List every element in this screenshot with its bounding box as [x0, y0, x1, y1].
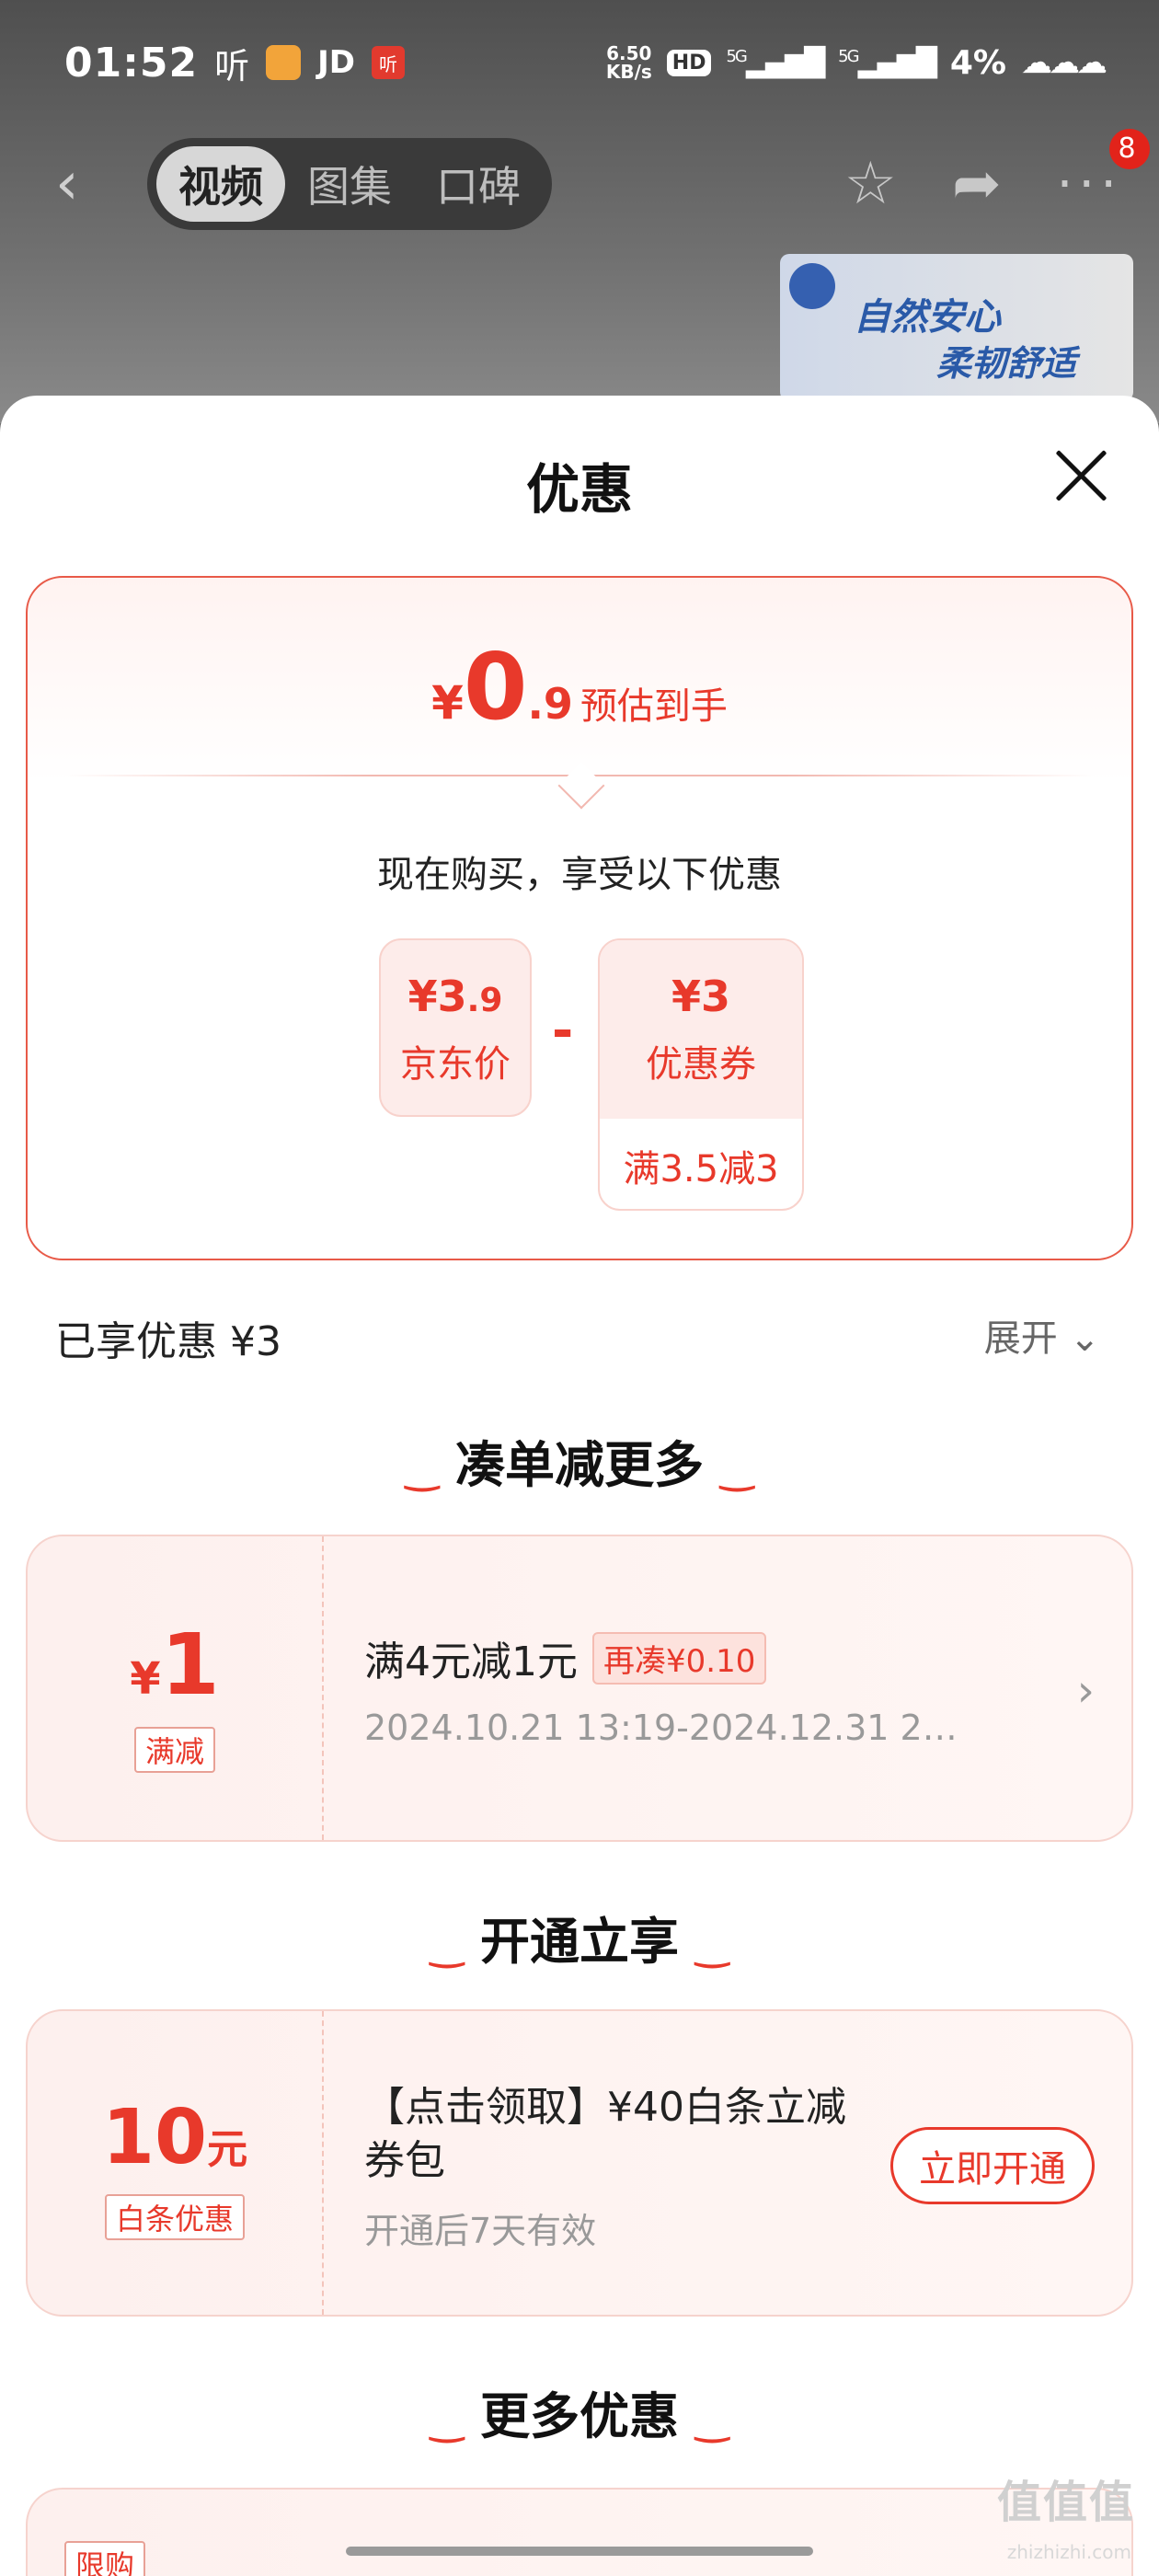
page-backdrop: 01:52 听 JD 听 6.50 KB/s HD 5G▂▄▆█ 5G▂▄▆█ …	[0, 0, 1159, 423]
buy-now-text: 现在购买，享受以下优惠	[377, 854, 782, 896]
promo-subtitle: 开通后7天有效	[364, 2211, 597, 2251]
hd-icon: HD	[666, 49, 712, 76]
add-more-pill: 再凑¥0.10	[592, 1631, 767, 1685]
minus-sign: -	[552, 1001, 574, 1061]
battery-level: 4%	[949, 43, 1006, 82]
discount-summary-card: ¥0.9 预估到手 现在购买，享受以下优惠 ¥3.9 京东价 - ¥3 优惠券 满…	[26, 576, 1133, 1260]
estimated-price: ¥0.9 预估到手	[431, 633, 728, 741]
signal-icon: 5G▂▄▆█	[838, 46, 937, 79]
smile-icon: ‿	[405, 1445, 439, 1492]
limit-tag: 限购	[64, 2541, 146, 2576]
promo-card-limited[interactable]: 限购	[26, 2488, 1133, 2576]
share-icon[interactable]: ➦	[952, 150, 1002, 218]
promo-title: 满4元减1元	[364, 1639, 578, 1685]
smile-icon: ‿	[720, 1445, 754, 1492]
promo-value-area: ¥1 满减	[28, 1536, 324, 1840]
net-speed: 6.50 KB/s	[605, 42, 652, 83]
tab-video[interactable]: 视频	[156, 146, 285, 222]
watermark: 值值值	[996, 2477, 1135, 2528]
divider-notch	[557, 762, 605, 810]
promo-card-full-reduction[interactable]: ¥1 满减 满4元减1元 再凑¥0.10 2024.10.21 13:19-202…	[26, 1535, 1133, 1842]
signal-icon: 5G▂▄▆█	[726, 46, 825, 79]
jd-price-box: ¥3.9 京东价	[379, 938, 532, 1117]
promo-detail-area: 【点击领取】¥40白条立减券包 开通后7天有效 立即开通	[364, 2011, 1095, 2315]
ad-banner[interactable]: 自然安心 柔韧舒适	[780, 254, 1133, 401]
enjoyed-discount: 已享优惠 ¥3	[55, 1318, 281, 1365]
chevron-right-icon[interactable]: ›	[1077, 1665, 1095, 1717]
nav-actions: ☆ ➦ ··· 8	[844, 128, 1150, 218]
section-title-more-items: ‿ 凑单减更多 ‿	[405, 1436, 754, 1494]
brand-logo-icon	[789, 263, 835, 309]
star-icon[interactable]: ☆	[844, 150, 897, 218]
expand-button[interactable]: 展开 ⌄	[984, 1308, 1100, 1362]
tab-gallery[interactable]: 图集	[285, 146, 414, 222]
open-now-button[interactable]: 立即开通	[890, 2127, 1095, 2204]
back-arrow-icon[interactable]: ‹	[55, 150, 110, 218]
cloud-icon: ☁☁☁	[1021, 44, 1107, 81]
discount-sheet: 优惠 ¥0.9 预估到手 现在购买，享受以下优惠 ¥3.9 京东价 - ¥3 优惠…	[0, 396, 1159, 2576]
chevron-down-icon: ⌄	[1069, 1317, 1100, 1360]
sheet-title: 优惠	[525, 458, 633, 521]
coupon-box: ¥3 优惠券 满3.5减3	[598, 938, 804, 1211]
status-time: 01:52	[64, 39, 199, 86]
promo-card-baitiao: 10元 白条优惠 【点击领取】¥40白条立减券包 开通后7天有效 立即开通	[26, 2009, 1133, 2317]
section-title-more-offers: ‿ 更多优惠 ‿	[430, 2387, 729, 2445]
home-indicator[interactable]	[346, 2547, 813, 2556]
coupon-condition: 满3.5减3	[623, 1148, 779, 1190]
message-badge: 8	[1109, 128, 1150, 169]
promo-period: 2024.10.21 13:19-2024.12.31 2…	[364, 1708, 958, 1748]
smile-icon: ‿	[695, 2397, 729, 2444]
smile-icon: ‿	[430, 1922, 464, 1969]
smile-icon: ‿	[430, 2397, 464, 2444]
media-tab-switch: 视频 图集 口碑	[147, 138, 552, 230]
listen-icon: 听	[214, 45, 250, 86]
status-bar: 01:52 听 JD 听 6.50 KB/s HD 5G▂▄▆█ 5G▂▄▆█ …	[64, 35, 1107, 90]
status-right-icons: 6.50 KB/s HD 5G▂▄▆█ 5G▂▄▆█ 4% ☁☁☁	[605, 42, 1107, 83]
close-icon[interactable]	[1049, 442, 1113, 506]
ad-line-1: 自然安心	[854, 296, 1001, 339]
promo-detail-area: 满4元减1元 再凑¥0.10 2024.10.21 13:19-2024.12.3…	[364, 1536, 1095, 1840]
status-left-icons: 听 JD 听	[214, 38, 405, 88]
jd-icon: JD	[317, 44, 355, 81]
tab-reviews[interactable]: 口碑	[414, 146, 543, 222]
section-title-open-now: ‿ 开通立享 ‿	[430, 1913, 729, 1971]
promo-type-tag: 满减	[133, 1727, 215, 1773]
ad-line-2: 柔韧舒适	[936, 343, 1077, 384]
promo-title: 【点击领取】¥40白条立减券包	[364, 2084, 846, 2184]
app-notification-icon	[266, 45, 302, 80]
promo-value-area: 10元 白条优惠	[28, 2011, 324, 2315]
top-navigation: ‹ 视频 图集 口碑 ☆ ➦ ··· 8	[55, 128, 1150, 230]
watermark-url: zhizhizhi.com	[1006, 2541, 1131, 2563]
promo-type-tag: 白条优惠	[104, 2194, 245, 2240]
more-icon[interactable]: ··· 8	[1057, 128, 1150, 214]
red-app-icon: 听	[371, 46, 405, 79]
smile-icon: ‿	[695, 1922, 729, 1969]
